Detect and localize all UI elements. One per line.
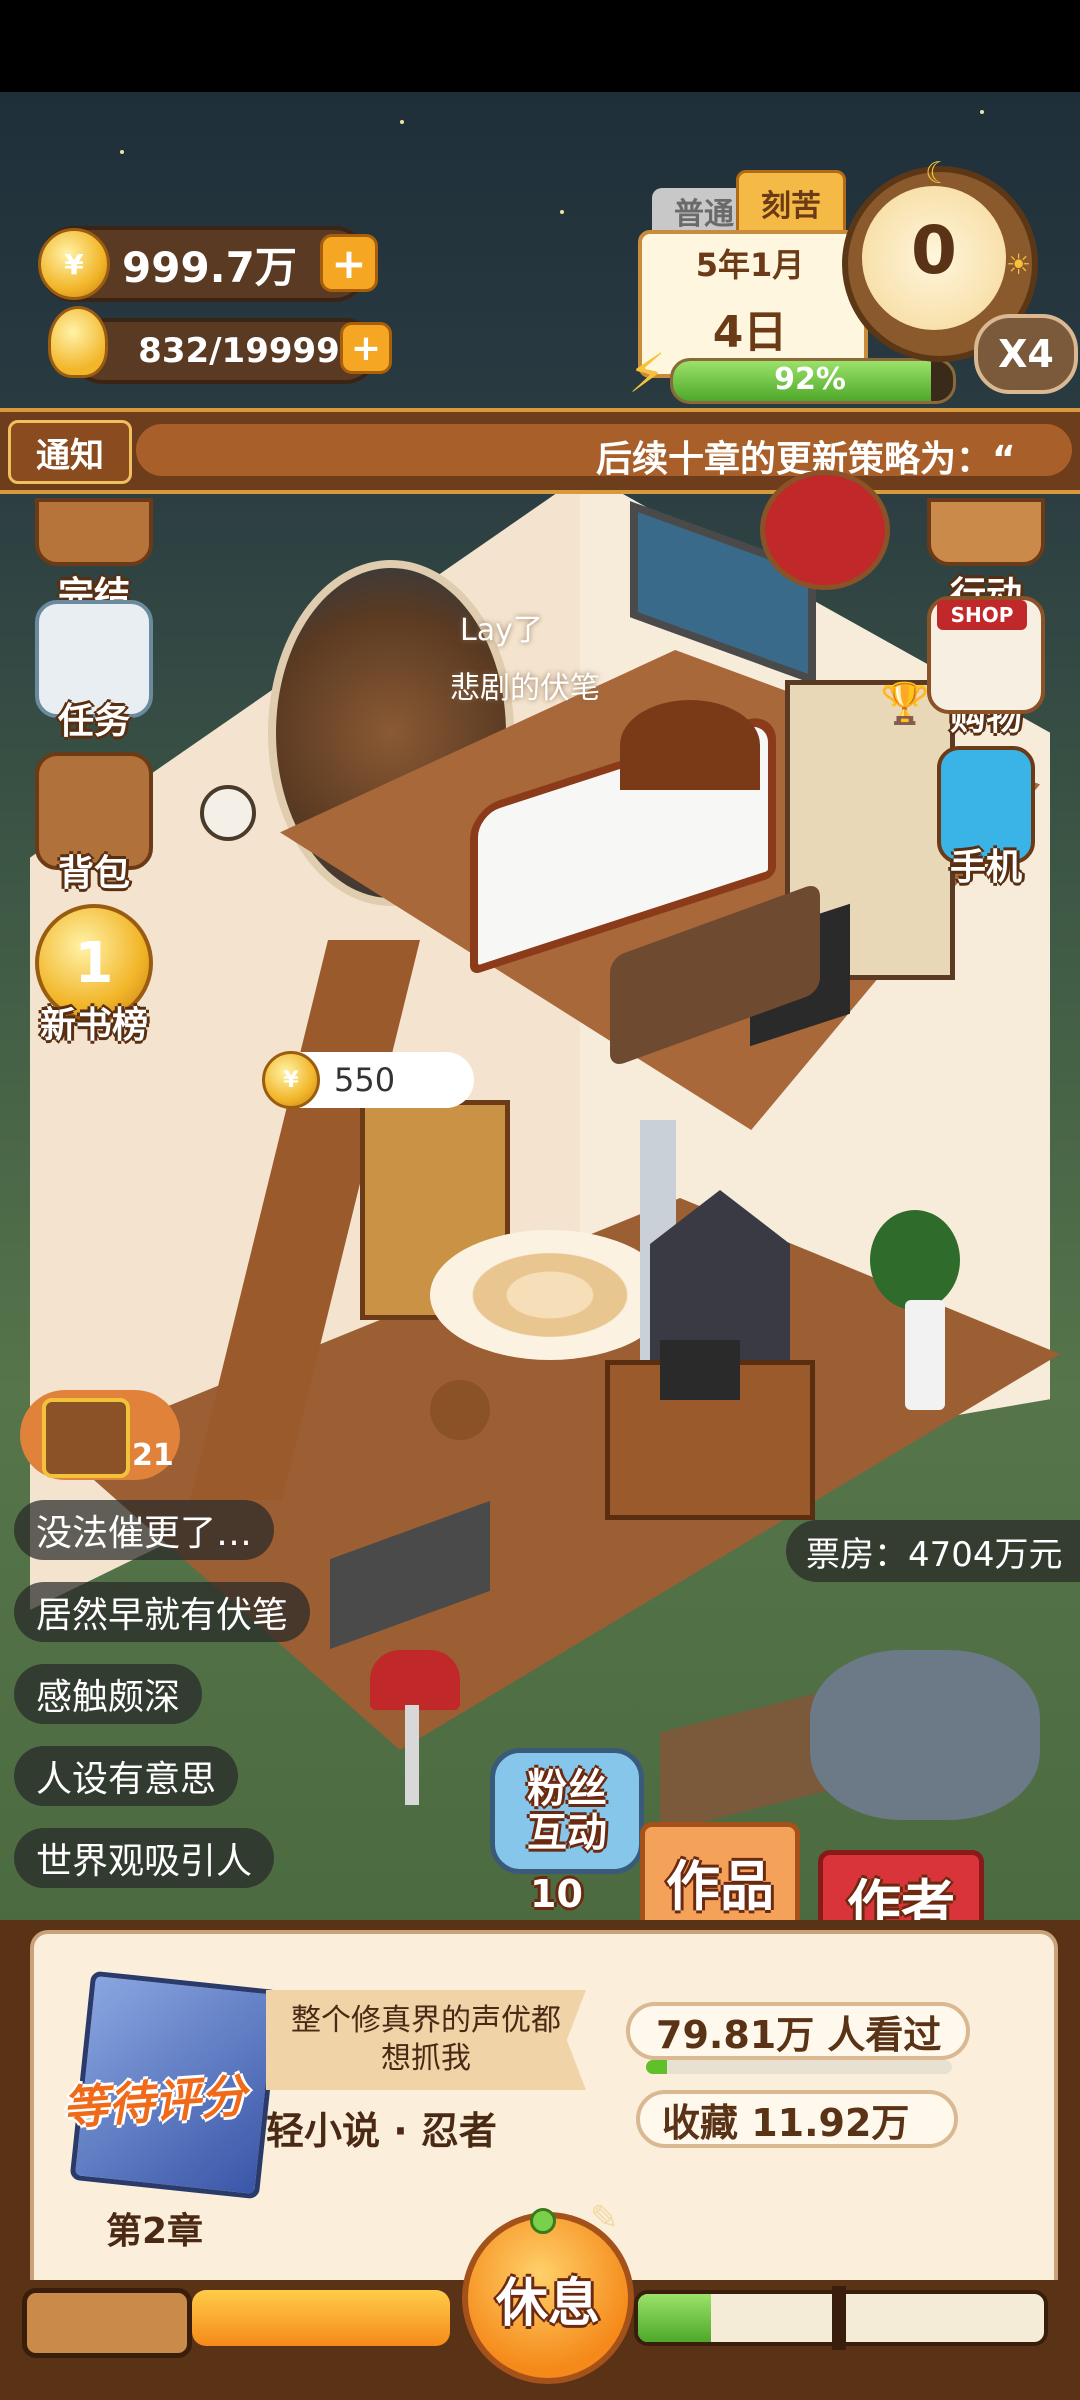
rating-status-stamp: 等待评分	[60, 2068, 248, 2136]
sun-icon: ☀	[1006, 248, 1032, 281]
star	[400, 120, 404, 124]
round-rug	[430, 1230, 670, 1360]
side-button-label: 手机	[949, 847, 1022, 888]
star	[120, 150, 124, 154]
box-office: 票房：4704万元	[786, 1520, 1080, 1582]
side-button-shop[interactable]: SHOP 购物	[926, 596, 1046, 740]
favorites-pill: 收藏 11.92万	[636, 2090, 958, 2148]
floating-text-line2: 悲剧的伏笔	[450, 671, 600, 706]
side-button-phone[interactable]: 手机	[926, 746, 1046, 890]
reader-comment: 世界观吸引人	[14, 1828, 275, 1888]
chapter-label: 第2章	[106, 2211, 204, 2252]
views-progress-bar	[646, 2060, 952, 2074]
status-bar	[0, 0, 1080, 92]
bed-headboard	[620, 700, 760, 790]
chest-badge[interactable]: 21	[20, 1390, 180, 1480]
tab-hard[interactable]: 刻苦	[736, 170, 846, 236]
middle-bar-fill	[192, 2290, 450, 2346]
left-bar[interactable]	[22, 2288, 192, 2358]
star	[980, 110, 984, 114]
gold-currency: ¥ 999.7万	[38, 226, 368, 302]
mailbox[interactable]	[370, 1650, 460, 1710]
add-energy-button[interactable]: +	[340, 322, 392, 374]
day: 4日	[712, 307, 788, 358]
views-pill: 79.81万 人看过	[626, 2002, 970, 2060]
energy-amount: 832/19999	[138, 331, 340, 371]
side-button-label: 背包	[57, 853, 130, 894]
notice-text: 后续十章的更新策略为：“	[596, 439, 1016, 476]
add-gold-button[interactable]: +	[320, 234, 378, 292]
book-title: 整个修真界的声优都想抓我	[291, 2003, 561, 2076]
gold-amount: 999.7万	[122, 242, 297, 292]
lightbulb-icon	[48, 306, 108, 378]
right-progress-fill	[638, 2294, 712, 2342]
views-count: 79.81万 人看过	[656, 2012, 942, 2057]
rest-button-label: 休息	[495, 2273, 600, 2334]
views-progress-fill	[646, 2060, 668, 2074]
reader-comment: 没法催更了…	[14, 1500, 275, 1560]
reader-comment: 感触颇深	[14, 1664, 203, 1724]
energy-currency: 832/19999	[70, 318, 378, 384]
star	[560, 210, 564, 214]
notice-track: 后续十章的更新策略为：“	[136, 424, 1072, 476]
side-button-backpack[interactable]: 背包	[34, 752, 154, 896]
coin-bubble[interactable]: ¥ 550	[262, 1051, 474, 1109]
lightning-icon[interactable]: ⚡	[628, 342, 678, 408]
wall-clock-icon	[200, 785, 256, 841]
day-progress-label: 92%	[774, 362, 846, 397]
fan-interaction-label: 粉丝互动	[527, 1766, 607, 1856]
fan-interaction-count: 10	[530, 1872, 583, 1916]
side-button-new-books[interactable]: 1 新书榜	[34, 904, 154, 1048]
mailbox-post	[405, 1705, 419, 1805]
plant-pot	[905, 1300, 945, 1410]
door-icon	[927, 498, 1045, 566]
coin-bubble-value: 550	[334, 1061, 396, 1099]
side-button-label: 任务	[57, 701, 130, 742]
fan-interaction-button[interactable]: 粉丝互动	[490, 1748, 644, 1874]
reader-comment: 居然早就有伏笔	[14, 1582, 311, 1642]
notice-tag: 通知	[8, 420, 132, 484]
favorites-count: 收藏 11.92万	[662, 2100, 910, 2145]
floating-text-line1: Lay了	[460, 613, 543, 648]
year-month: 5年1月	[695, 246, 805, 284]
chest-count: 21	[132, 1438, 174, 1473]
side-button-tasks[interactable]: 任务	[34, 600, 154, 744]
pond-rocks	[810, 1650, 1040, 1820]
gramophone-icon[interactable]	[760, 470, 890, 590]
potted-plant	[870, 1210, 960, 1310]
timer-value: 0	[911, 212, 957, 289]
book-stack-icon	[35, 498, 153, 566]
shop-sign: SHOP	[937, 600, 1027, 630]
speed-button[interactable]: X4	[974, 314, 1078, 394]
quill-icon: ✎	[590, 2198, 619, 2238]
puppy[interactable]	[430, 1380, 490, 1440]
coin-icon: ¥	[262, 1051, 320, 1109]
progress-marker	[832, 2286, 846, 2350]
reader-comment: 人设有意思	[14, 1746, 239, 1806]
gold-coin-icon: ¥	[38, 228, 110, 300]
computer-monitor	[660, 1340, 740, 1400]
shop-icon: SHOP	[927, 596, 1045, 714]
book-title-ribbon: 整个修真界的声优都想抓我	[266, 1990, 586, 2090]
moon-icon: ☾	[925, 156, 952, 191]
book-genre: 轻小说 · 忍者	[266, 2109, 497, 2153]
trophy-icon[interactable]: 🏆	[880, 680, 930, 727]
status-dot-icon	[530, 2208, 556, 2234]
side-button-label: 新书榜	[39, 1005, 148, 1046]
treasure-chest-icon	[42, 1398, 130, 1478]
middle-bar	[192, 2290, 450, 2346]
